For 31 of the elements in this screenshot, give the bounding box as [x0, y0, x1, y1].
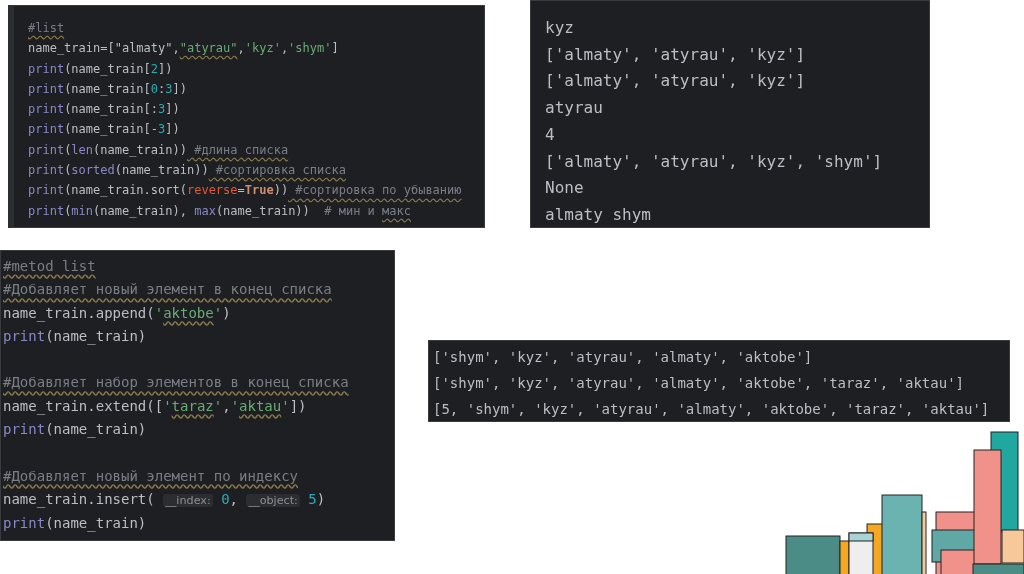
code-line: name_train=["almaty","atyrau",'kyz','shym']	[28, 40, 340, 58]
code-line: print(sorted(name_train)) #сортировка списка	[28, 162, 347, 180]
output-line: 4	[545, 123, 556, 146]
output-line: ['almaty', 'atyrau', 'kyz', 'shym']	[545, 150, 884, 173]
code-line: print(name_train)	[3, 420, 148, 440]
output-line: ['almaty', 'atyrau', 'kyz']	[545, 70, 807, 93]
code-line: name_train.extend(['taraz','aktau'])	[3, 396, 308, 417]
code-line: name_train.insert( __index: 0, __object: 5)	[3, 489, 327, 510]
code-line: print(name_train)	[3, 514, 148, 534]
output-line: ['shym', 'kyz', 'atyrau', 'almaty', 'aktobe']	[433, 348, 814, 367]
code-line: #metod list	[3, 257, 97, 276]
output-line: ['almaty', 'atyrau', 'kyz']	[545, 43, 807, 66]
code-line: #list	[28, 20, 66, 37]
code-line: print(name_train[2])	[28, 60, 174, 78]
code-line: print(len(name_train)) #длина списка	[28, 141, 290, 159]
code-line: #Добавляет новый элемент по индексу	[3, 466, 299, 486]
output-line: [5, 'shym', 'kyz', 'atyrau', 'almaty', 'aktobe', 'taraz', 'aktau']	[433, 400, 991, 419]
code-line: print(min(name_train), max(name_train)) # мин и макс	[28, 202, 412, 220]
code-line: print(name_train[:3])	[28, 101, 181, 119]
output-line: None	[545, 177, 585, 200]
code-line: #Добавляет новый элемент в конец списка	[3, 280, 333, 300]
output-line: almaty shym	[545, 203, 652, 226]
code-line: name_train.append('aktobe')	[3, 303, 232, 324]
output-line: ['shym', 'kyz', 'atyrau', 'almaty', 'aktobe', 'taraz', 'aktau']	[433, 374, 965, 393]
code-line: #Добавляет набор элементов в конец списка	[3, 373, 350, 393]
code-line: print(name_train[0:3])	[28, 80, 188, 98]
output-line: atyrau	[545, 97, 604, 120]
code-line: print(name_train)	[3, 326, 148, 347]
output-line: kyz	[545, 17, 575, 39]
code-line: print(name_train.sort(reverse=True)) #сортировка по убыванию	[28, 182, 463, 200]
code-line: print(name_train[-3])	[28, 121, 181, 139]
